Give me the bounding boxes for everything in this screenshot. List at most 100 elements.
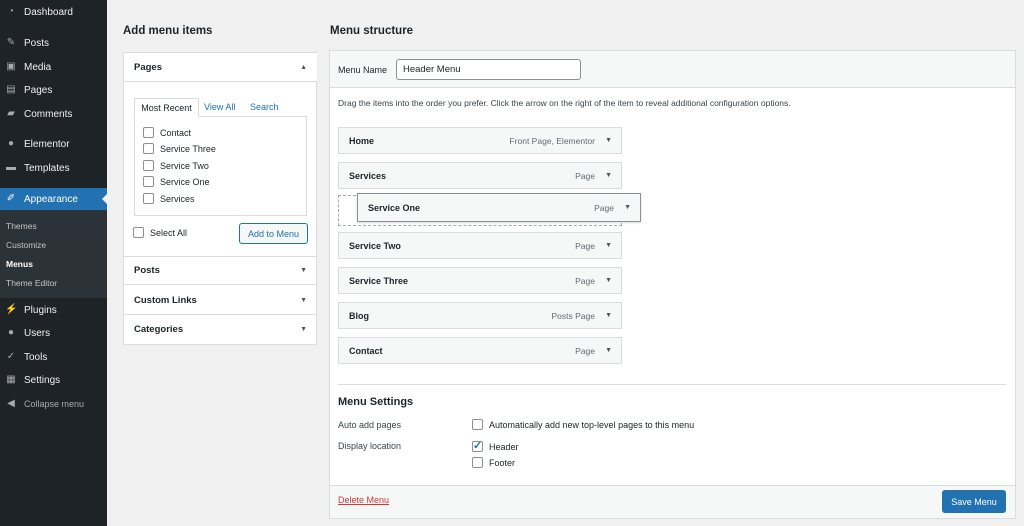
checkbox[interactable] — [133, 227, 144, 238]
footer-bar: Delete Menu Save Menu — [330, 485, 1015, 518]
submenu-theme-editor[interactable]: Theme Editor — [6, 278, 57, 288]
section-title: Custom Links — [134, 294, 197, 306]
sidebar-item-comments[interactable]: ▰ Comments — [0, 104, 107, 124]
checkbox[interactable] — [143, 143, 154, 154]
sidebar-label: Collapse menu — [24, 399, 85, 409]
sidebar-item-tools[interactable]: ✓ Tools — [0, 347, 107, 367]
location-header-checkbox[interactable]: Header — [472, 439, 519, 452]
delete-menu-link[interactable]: Delete Menu — [338, 495, 389, 505]
add-to-menu-button[interactable]: Add to Menu — [239, 223, 308, 244]
menu-item-home[interactable]: Home Front Page, Elementor ▼ — [338, 127, 622, 154]
select-all-label: Select All — [150, 227, 188, 238]
menu-item-service-three[interactable]: Service Three Page ▼ — [338, 267, 622, 294]
expand-item-icon[interactable]: ▼ — [605, 172, 612, 179]
auto-add-option-label: Automatically add new top-level pages to… — [489, 419, 695, 430]
sidebar-label: Posts — [24, 37, 50, 49]
collapse-menu-button[interactable]: ◀ Collapse menu — [0, 394, 107, 414]
page-checkbox-service-one[interactable]: Service One — [143, 176, 210, 187]
sidebar-label: Plugins — [24, 304, 57, 316]
user-icon: ● — [7, 327, 15, 338]
sidebar-item-posts[interactable]: ✎ Posts — [0, 33, 107, 53]
menu-name-bar: Menu Name — [330, 51, 1015, 88]
sidebar-label: Users — [24, 327, 51, 339]
comment-icon: ▰ — [7, 108, 15, 119]
page-checkbox-services[interactable]: Services — [143, 193, 195, 204]
menu-item-service-two[interactable]: Service Two Page ▼ — [338, 232, 622, 259]
sidebar-label: Tools — [24, 351, 48, 363]
pages-list: Contact Service Three Service Two Servic… — [134, 116, 307, 216]
auto-add-checkbox[interactable]: Automatically add new top-level pages to… — [472, 419, 694, 430]
posts-section-header[interactable]: Posts ▼ — [124, 256, 317, 285]
sidebar-item-plugins[interactable]: ⚡ Plugins — [0, 300, 107, 320]
item-type: Page — [575, 240, 595, 251]
menu-item-blog[interactable]: Blog Posts Page ▼ — [338, 302, 622, 329]
tab-search[interactable]: Search — [250, 102, 279, 112]
expand-item-icon[interactable]: ▼ — [624, 204, 631, 211]
expand-item-icon[interactable]: ▼ — [605, 137, 612, 144]
expand-item-icon[interactable]: ▼ — [605, 312, 612, 319]
item-title: Service Three — [349, 275, 409, 286]
menu-name-input[interactable] — [396, 59, 581, 80]
page-label: Services — [160, 193, 195, 204]
item-type: Page — [575, 345, 595, 356]
page-label: Service One — [160, 176, 210, 187]
item-type: Page — [594, 202, 614, 213]
sidebar-item-media[interactable]: ▣ Media — [0, 57, 107, 77]
expand-item-icon[interactable]: ▼ — [605, 242, 612, 249]
checkbox-checked[interactable] — [472, 439, 483, 452]
sidebar-item-dashboard[interactable]: ◔ Dashboard — [0, 2, 107, 22]
sidebar-label: Dashboard — [24, 6, 73, 18]
expand-item-icon[interactable]: ▼ — [605, 277, 612, 284]
menu-item-service-one-dragging[interactable]: Service One Page ▼ — [357, 193, 641, 222]
expand-down-icon: ▼ — [300, 296, 307, 304]
appearance-submenu: Themes Customize Menus Theme Editor — [0, 210, 107, 298]
submenu-themes[interactable]: Themes — [6, 221, 37, 231]
sidebar-item-elementor[interactable]: ● Elementor — [0, 134, 107, 154]
page-label: Contact — [160, 127, 192, 138]
submenu-menus[interactable]: Menus — [6, 259, 33, 269]
sidebar-item-appearance[interactable]: ✐ Appearance — [0, 188, 107, 210]
submenu-customize[interactable]: Customize — [6, 240, 46, 250]
sidebar-item-templates[interactable]: ▬ Templates — [0, 158, 107, 178]
section-title: Categories — [134, 324, 184, 335]
item-title: Service One — [368, 202, 421, 213]
categories-section-header[interactable]: Categories ▼ — [124, 315, 317, 344]
pages-section-header[interactable]: Pages ▲ — [124, 53, 317, 82]
page-checkbox-service-three[interactable]: Service Three — [143, 143, 216, 154]
checkbox[interactable] — [472, 457, 483, 468]
menu-item-services[interactable]: Services Page ▼ — [338, 162, 622, 189]
item-title: Service Two — [349, 240, 401, 251]
sidebar-item-users[interactable]: ● Users — [0, 323, 107, 343]
checkbox[interactable] — [143, 176, 154, 187]
expand-item-icon[interactable]: ▼ — [605, 347, 612, 354]
wrench-icon: ✓ — [6, 351, 16, 362]
save-menu-button[interactable]: Save Menu — [942, 490, 1006, 513]
location-label: Footer — [489, 457, 516, 468]
tab-view-all[interactable]: View All — [204, 102, 235, 112]
page-label: Service Three — [160, 143, 216, 154]
menu-item-contact[interactable]: Contact Page ▼ — [338, 337, 622, 364]
auto-add-label: Auto add pages — [338, 420, 402, 430]
pages-icon: ▤ — [6, 84, 16, 95]
page-checkbox-service-two[interactable]: Service Two — [143, 160, 209, 171]
admin-sidebar: ◔ Dashboard ✎ Posts ▣ Media ▤ Pages ▰ Comment… — [0, 0, 107, 526]
folder-icon: ▬ — [6, 162, 16, 173]
page-checkbox-contact[interactable]: Contact — [143, 127, 191, 138]
collapse-up-icon: ▲ — [300, 63, 307, 71]
checkbox[interactable] — [143, 193, 154, 204]
page-label: Service Two — [160, 160, 209, 171]
display-location-label: Display location — [338, 441, 402, 451]
sidebar-label: Pages — [24, 84, 53, 96]
custom-links-section-header[interactable]: Custom Links ▼ — [124, 286, 317, 315]
sidebar-item-settings[interactable]: ▦ Settings — [0, 370, 107, 390]
sidebar-item-pages[interactable]: ▤ Pages — [0, 80, 107, 100]
plugin-icon: ⚡ — [5, 304, 18, 315]
checkbox[interactable] — [143, 127, 154, 138]
brush-icon: ✐ — [6, 193, 16, 204]
checkbox[interactable] — [143, 160, 154, 171]
checkbox[interactable] — [472, 419, 483, 430]
tab-most-recent[interactable]: Most Recent — [134, 98, 199, 117]
dashboard-icon: ◔ — [7, 6, 15, 17]
location-footer-checkbox[interactable]: Footer — [472, 457, 515, 468]
select-all-checkbox[interactable]: Select All — [133, 227, 187, 238]
